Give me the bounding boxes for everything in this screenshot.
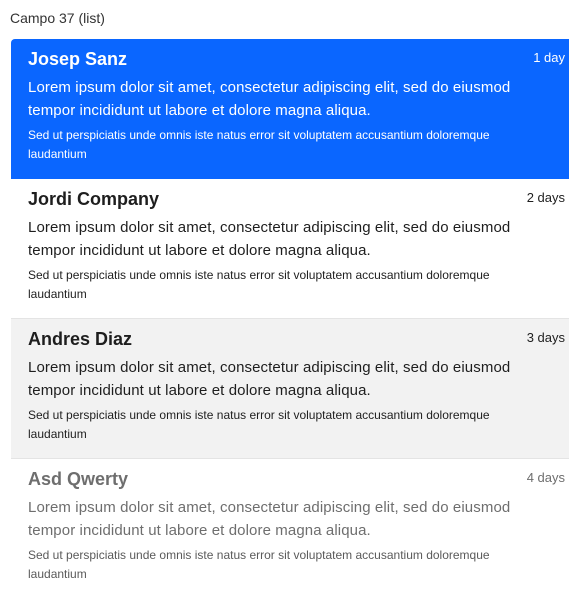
list-item-title: Andres Diaz (28, 329, 133, 349)
list-item-title: Josep Sanz (28, 49, 128, 69)
list-item-time: 3 days (526, 330, 565, 345)
list-item-secondary-text: Sed ut perspiciatis unde omnis iste natu… (28, 548, 490, 581)
list-item-time: 2 days (526, 190, 565, 205)
list-item: Asd Qwerty 4 days Lorem ipsum dolor sit … (11, 459, 569, 594)
list-item-secondary-text: Sed ut perspiciatis unde omnis iste natu… (28, 128, 490, 161)
list: Josep Sanz 1 day Lorem ipsum dolor sit a… (11, 39, 569, 594)
list-item-body: Lorem ipsum dolor sit amet, consectetur … (28, 219, 511, 259)
list-item[interactable]: Andres Diaz 3 days Lorem ipsum dolor sit… (11, 319, 569, 459)
list-item-secondary-text: Sed ut perspiciatis unde omnis iste natu… (28, 408, 490, 441)
list-item-body: Lorem ipsum dolor sit amet, consectetur … (28, 499, 511, 539)
list-item-body: Lorem ipsum dolor sit amet, consectetur … (28, 359, 511, 399)
list-item[interactable]: Josep Sanz 1 day Lorem ipsum dolor sit a… (11, 39, 569, 179)
list-item[interactable]: Jordi Company 2 days Lorem ipsum dolor s… (11, 179, 569, 319)
field-label: Campo 37 (list) (10, 10, 105, 26)
list-item-title: Jordi Company (28, 189, 160, 209)
list-item-title: Asd Qwerty (28, 469, 129, 489)
list-item-time: 1 day (533, 50, 565, 65)
list-item-body: Lorem ipsum dolor sit amet, consectetur … (28, 79, 511, 119)
list-item-secondary-text: Sed ut perspiciatis unde omnis iste natu… (28, 268, 490, 301)
list-item-time: 4 days (526, 470, 565, 485)
